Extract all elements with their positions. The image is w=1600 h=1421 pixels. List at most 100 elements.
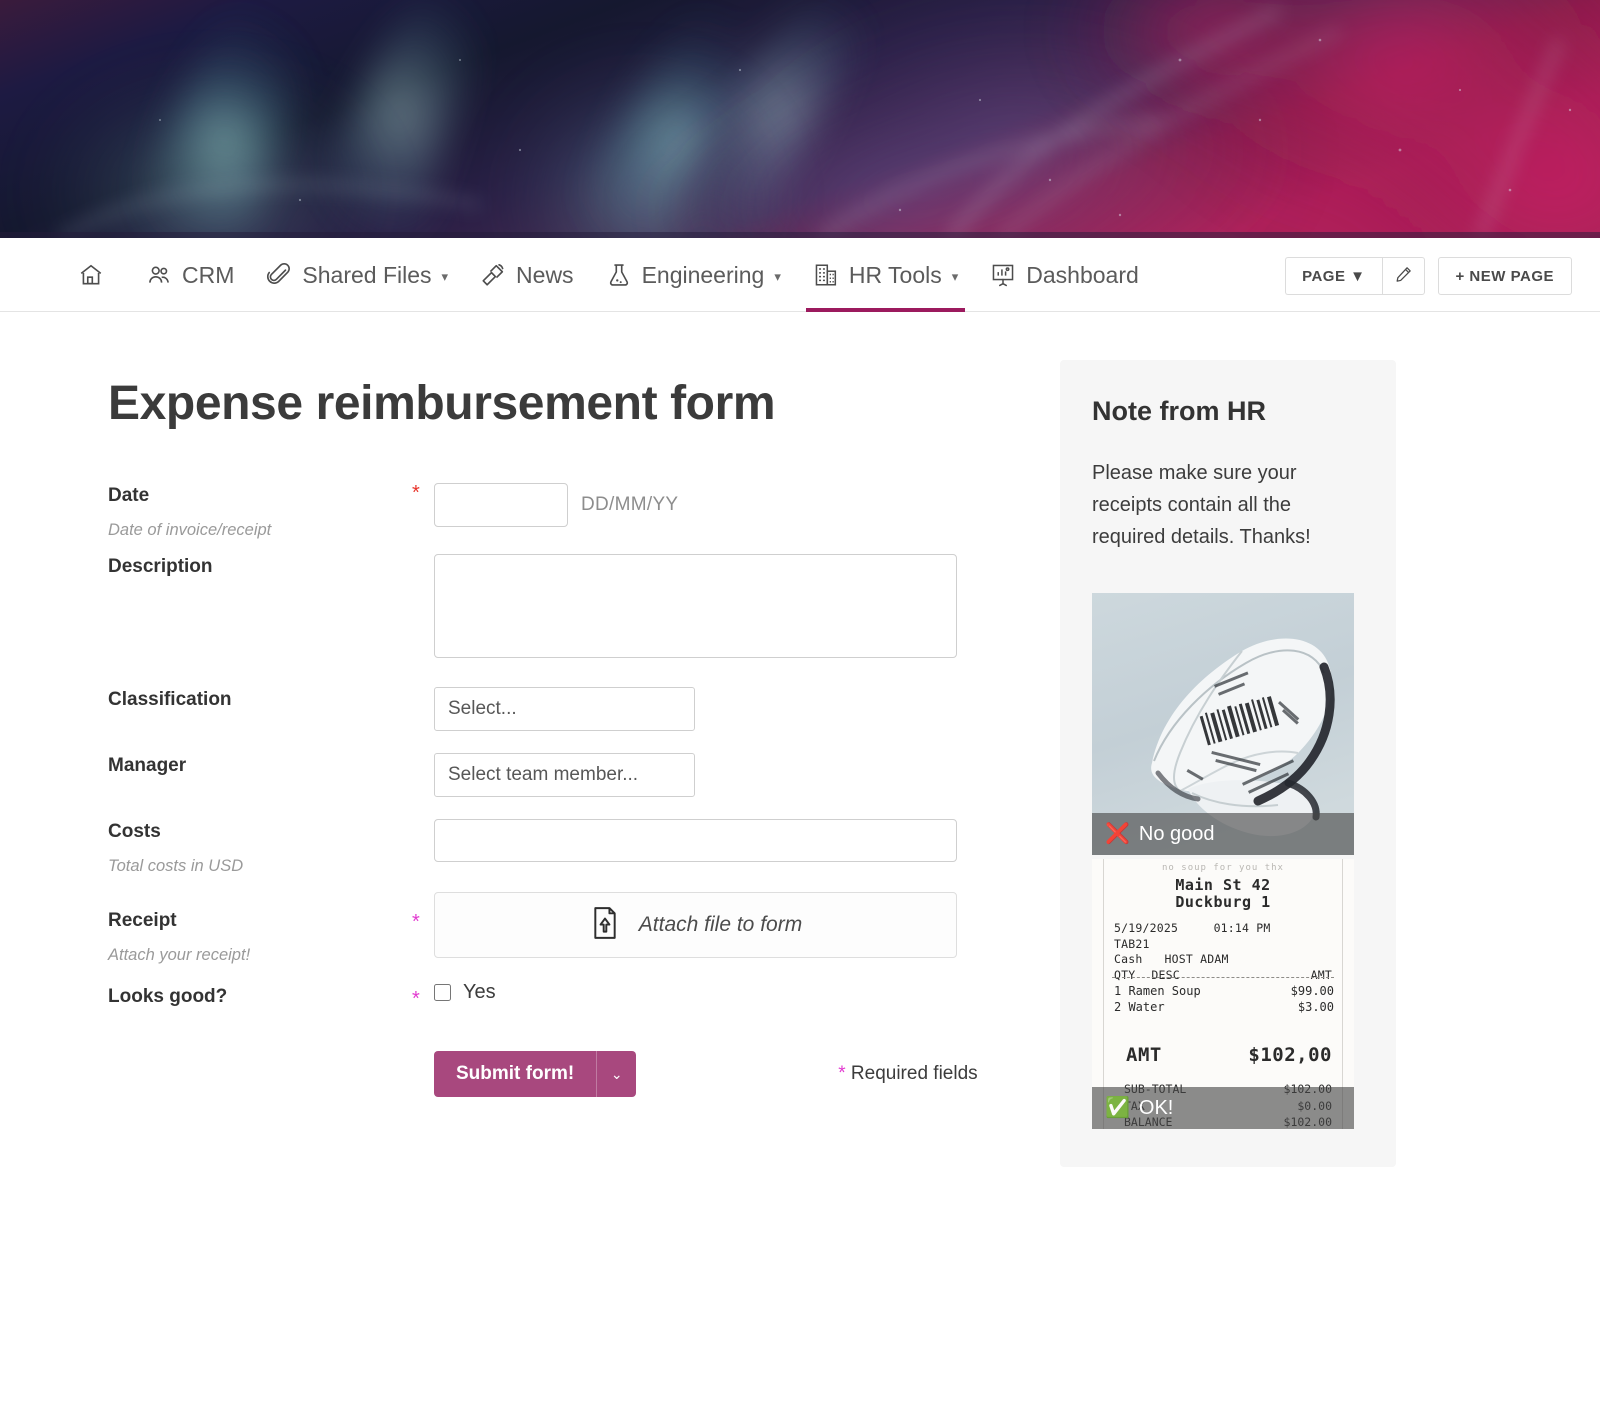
nav-item-dashboard[interactable]: Dashboard (974, 238, 1155, 312)
date-control: DD/MM/YY (434, 483, 1060, 527)
description-control (434, 554, 1060, 663)
date-hint: Date of invoice/receipt (108, 521, 272, 539)
receipt-host: HOST ADAM (1164, 952, 1229, 967)
date-input[interactable] (434, 483, 568, 527)
thumbnail-badge-label: No good (1138, 823, 1215, 845)
page-dropdown-button[interactable]: PAGE ▼ (1285, 257, 1382, 295)
nav-item-list: CRM Shared Files ▾ News Engineering ▾ HR… (62, 238, 1155, 312)
nav-label: Dashboard (1026, 261, 1139, 288)
classification-label-block: Classification (108, 687, 412, 711)
description-label-block: Description (108, 554, 412, 578)
red-cross-icon: ❌ (1105, 823, 1130, 845)
nav-item-shared-files[interactable]: Shared Files ▾ (250, 238, 464, 312)
receipt-address: Main St 42 Duckburg 1 (1092, 876, 1354, 912)
field-row-date: Date Date of invoice/receipt * DD/MM/YY (108, 483, 1060, 540)
costs-input[interactable] (434, 819, 957, 862)
thumbnail-clean-receipt[interactable]: no soup for you thx Main St 42 Duckburg … (1092, 859, 1354, 1129)
hero-banner (0, 0, 1600, 238)
people-icon (146, 262, 172, 288)
receipt-label: Receipt (108, 910, 177, 931)
submit-button[interactable]: Submit form! (434, 1051, 596, 1097)
receipt-amount-row: AMT $102,00 (1126, 1044, 1332, 1066)
receipt-hint: Attach your receipt! (108, 946, 251, 964)
nav-item-home[interactable] (62, 238, 130, 312)
building-icon (813, 262, 839, 288)
edit-page-button[interactable] (1381, 257, 1425, 295)
costs-control (434, 819, 1060, 862)
chevron-down-icon: ▾ (441, 269, 449, 284)
receipt-col-amt: AMT (1310, 967, 1332, 982)
receipt-col-desc: DESC (1151, 967, 1180, 982)
looks-good-checkbox-label: Yes (463, 981, 496, 1003)
page-title: Expense reimbursement form (108, 377, 776, 430)
form-column: Expense reimbursement form Date Date of … (0, 312, 1060, 1097)
field-row-classification: Classification Select... (108, 687, 1060, 731)
file-upload-icon (589, 906, 621, 945)
main-navigation: CRM Shared Files ▾ News Engineering ▾ HR… (0, 238, 1600, 312)
note-card-title: Note from HR (1092, 396, 1266, 426)
receipt-item-row: 1 Ramen Soup $99.00 (1114, 983, 1334, 999)
page-body: Expense reimbursement form Date Date of … (0, 312, 1600, 1167)
receipt-items: 1 Ramen Soup $99.00 2 Water $3.00 (1114, 983, 1334, 1015)
receipt-control: Attach file to form (434, 892, 1060, 958)
page-button-group: PAGE ▼ (1285, 257, 1425, 295)
field-row-receipt: Receipt Attach your receipt! * Attach fi… (108, 892, 1060, 965)
attach-file-dropzone[interactable]: Attach file to form (434, 892, 957, 958)
looks-good-checkbox[interactable] (434, 984, 451, 1001)
receipt-col-headers: QTY DESC AMT (1114, 968, 1332, 984)
description-label: Description (108, 556, 213, 577)
submit-dropdown-toggle[interactable]: ⌄ (596, 1051, 636, 1097)
receipt-amount-value: $102,00 (1248, 1044, 1332, 1066)
aside-column: Note from HR Please make sure your recei… (1060, 312, 1600, 1167)
looks-good-label: Looks good? (108, 986, 228, 1007)
manager-label: Manager (108, 755, 187, 776)
attach-file-label: Attach file to form (638, 913, 803, 936)
classification-select[interactable]: Select... (434, 687, 695, 731)
receipt-table: TAB21 (1114, 936, 1150, 951)
receipt-divider (1112, 977, 1334, 978)
pencil-icon (1394, 265, 1413, 288)
looks-good-control: Yes (434, 981, 1060, 1004)
new-page-button[interactable]: + NEW PAGE (1437, 257, 1572, 295)
receipt-payment: Cash (1114, 952, 1143, 967)
receipt-payment-row: Cash HOST ADAM (1114, 952, 1332, 968)
chevron-down-icon: ▾ (774, 269, 781, 284)
thumbnail-crumpled-receipt[interactable]: ❌ No good (1092, 593, 1354, 855)
receipt-item-amount: $99.00 (1290, 984, 1334, 998)
required-fields-star: * (838, 1063, 846, 1084)
form-actions: Submit form! ⌄ * Required fields (108, 1051, 1060, 1097)
receipt-faded-top: no soup for you thx (1162, 863, 1284, 873)
required-fields-text: Required fields (845, 1063, 978, 1084)
nav-item-news[interactable]: News (464, 238, 590, 312)
manager-label-block: Manager (108, 753, 412, 777)
nav-item-crm[interactable]: CRM (130, 238, 250, 312)
nav-label: Engineering (641, 261, 765, 288)
flask-icon (606, 262, 632, 288)
costs-label-block: Costs Total costs in USD (108, 819, 412, 876)
date-required-marker: * (412, 482, 420, 504)
receipt-address-line1: Main St 42 (1175, 876, 1271, 894)
looks-good-checkbox-row[interactable]: Yes (434, 981, 1060, 1004)
thumbnail-badge-no-good: ❌ No good (1092, 813, 1354, 855)
required-fields-note: * Required fields (838, 1063, 977, 1085)
thumbnail-badge-label: OK! (1138, 1097, 1174, 1119)
receipt-item-line: 1 Ramen Soup (1114, 984, 1201, 998)
home-icon (78, 262, 104, 288)
receipt-time: 01:14 PM (1213, 921, 1271, 935)
looks-good-required-marker: * (412, 988, 420, 1010)
date-format-hint: DD/MM/YY (581, 494, 679, 515)
note-card-body: Please make sure your receipts contain a… (1092, 462, 1311, 548)
description-textarea[interactable] (434, 554, 957, 658)
nav-item-hr-tools[interactable]: HR Tools ▾ (797, 238, 974, 312)
nav-item-engineering[interactable]: Engineering ▾ (590, 238, 797, 312)
thumbnail-badge-ok: ✅ OK! (1092, 1087, 1354, 1129)
receipt-date: 5/19/2025 (1114, 921, 1179, 935)
manager-control: Select team member... (434, 753, 1060, 797)
manager-select[interactable]: Select team member... (434, 753, 695, 797)
hero-aurora-image (0, 0, 1600, 238)
receipt-meta: 5/19/2025 01:14 PM TAB21 Cash HOST ADAM … (1114, 921, 1332, 983)
submit-button-group[interactable]: Submit form! ⌄ (434, 1051, 637, 1097)
chevron-down-icon: ▾ (951, 269, 959, 284)
field-row-manager: Manager Select team member... (108, 753, 1060, 797)
field-row-looks-good: Looks good? * Yes (108, 981, 1060, 1009)
